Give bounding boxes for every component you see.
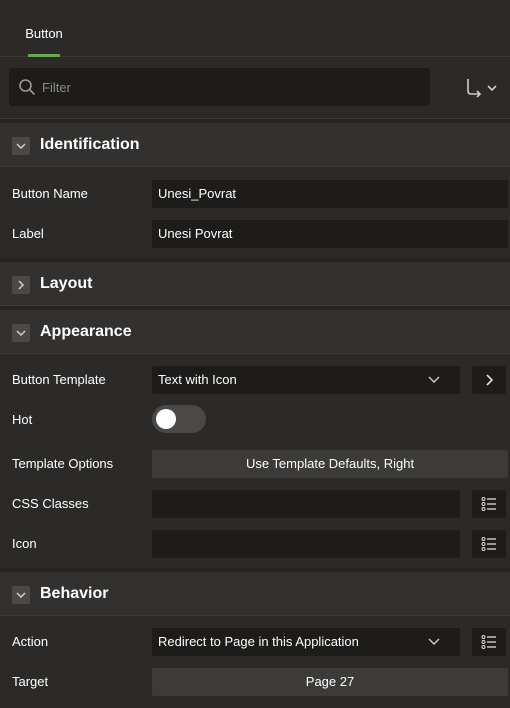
section-behavior-title: Behavior bbox=[40, 585, 109, 602]
list-icon bbox=[481, 537, 496, 551]
property-button-template: Button Template Text with Icon bbox=[0, 360, 510, 400]
property-icon: Icon bbox=[0, 524, 510, 564]
list-icon bbox=[481, 497, 496, 511]
section-appearance-header[interactable]: Appearance bbox=[0, 306, 510, 354]
css-classes-field[interactable] bbox=[152, 490, 460, 518]
icon-label: Icon bbox=[12, 536, 37, 551]
template-options-label: Template Options bbox=[12, 456, 114, 471]
section-identification-header[interactable]: Identification bbox=[0, 119, 510, 167]
target-label: Target bbox=[12, 674, 49, 689]
property-button-name: Button Name Unesi_Povrat bbox=[0, 174, 510, 214]
action-list-button[interactable] bbox=[472, 628, 506, 656]
icon-list-button[interactable] bbox=[472, 530, 506, 558]
list-icon bbox=[481, 635, 496, 649]
collapse-toggle-icon bbox=[12, 586, 30, 604]
button-template-select[interactable]: Text with Icon bbox=[152, 366, 460, 394]
property-css-classes: CSS Classes bbox=[0, 484, 510, 524]
section-identification-title: Identification bbox=[40, 136, 140, 153]
icon-field[interactable] bbox=[152, 530, 460, 558]
property-action: Action Redirect to Page in this Applicat… bbox=[0, 622, 510, 662]
search-icon bbox=[19, 79, 35, 95]
hot-label: Hot bbox=[12, 412, 33, 427]
property-hot: Hot bbox=[0, 400, 510, 440]
property-template-options: Template Options Use Template Defaults, … bbox=[0, 444, 510, 484]
button-name-label: Button Name bbox=[12, 186, 88, 201]
tab-button-label: Button bbox=[25, 26, 63, 41]
section-layout-title: Layout bbox=[40, 275, 93, 292]
tab-button[interactable]: Button bbox=[14, 16, 74, 57]
button-template-label: Button Template bbox=[12, 372, 106, 387]
label-label: Label bbox=[12, 226, 44, 241]
label-field[interactable]: Unesi Povrat bbox=[152, 220, 508, 248]
collapse-toggle-icon bbox=[12, 324, 30, 342]
section-behavior-header[interactable]: Behavior bbox=[0, 568, 510, 616]
chevron-down-icon bbox=[428, 376, 440, 383]
filter-box bbox=[9, 68, 430, 106]
go-to-arrow-icon bbox=[467, 79, 497, 98]
filter-input[interactable] bbox=[42, 68, 422, 106]
property-label: Label Unesi Povrat bbox=[0, 214, 510, 254]
chevron-right-icon bbox=[486, 374, 494, 386]
css-classes-list-button[interactable] bbox=[472, 490, 506, 518]
collapse-toggle-icon bbox=[12, 137, 30, 155]
go-to-group-button[interactable] bbox=[458, 77, 506, 99]
css-classes-label: CSS Classes bbox=[12, 496, 89, 511]
filter-row bbox=[0, 57, 510, 119]
section-appearance-title: Appearance bbox=[40, 323, 132, 340]
action-label: Action bbox=[12, 634, 49, 649]
tab-bar: Button bbox=[0, 0, 510, 57]
expand-toggle-icon bbox=[12, 276, 30, 294]
target-button[interactable]: Page 27 bbox=[152, 668, 508, 696]
section-layout-header[interactable]: Layout bbox=[0, 258, 510, 306]
go-to-template-button[interactable] bbox=[472, 366, 506, 394]
property-target: Target Page 27 bbox=[0, 662, 510, 702]
chevron-down-icon bbox=[428, 638, 440, 645]
hot-toggle-switch[interactable] bbox=[152, 405, 206, 433]
button-name-field[interactable]: Unesi_Povrat bbox=[152, 180, 508, 208]
template-options-button[interactable]: Use Template Defaults, Right bbox=[152, 450, 508, 478]
action-select[interactable]: Redirect to Page in this Application bbox=[152, 628, 460, 656]
toggle-knob bbox=[156, 409, 176, 429]
